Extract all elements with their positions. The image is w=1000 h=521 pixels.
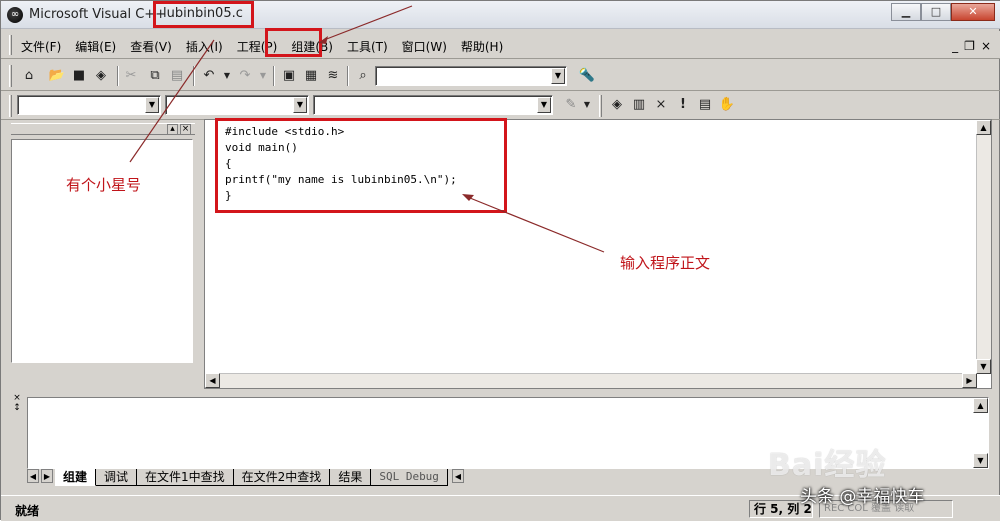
app-icon: ∞ xyxy=(7,7,23,23)
cut-icon[interactable]: ✂ xyxy=(121,66,141,86)
mdi-minimize-button[interactable]: _ xyxy=(952,39,958,53)
members-combo[interactable]: ▼ xyxy=(313,95,553,115)
scroll-down-icon[interactable]: ▼ xyxy=(973,453,988,468)
mdi-close-button[interactable]: × xyxy=(981,39,991,53)
menu-help[interactable]: 帮助(H) xyxy=(459,38,505,55)
paste-icon[interactable]: ▤ xyxy=(167,66,187,86)
baidu-watermark: Bai经验 xyxy=(768,448,887,483)
menu-insert[interactable]: 插入(I) xyxy=(184,38,225,55)
chevron-down-icon[interactable]: ▼ xyxy=(537,97,551,113)
maximize-button[interactable]: □ xyxy=(921,3,951,21)
title-bar[interactable]: ∞ Microsoft Visual C++ lubinbin05.c ▁ □ … xyxy=(1,1,1000,29)
open-icon[interactable]: 📂 xyxy=(47,66,67,86)
chevron-down-icon[interactable]: ▼ xyxy=(551,68,565,84)
tab-find-in-files-2[interactable]: 在文件2中查找 xyxy=(233,469,331,486)
toolbar-separator xyxy=(117,66,119,86)
menu-view[interactable]: 查看(V) xyxy=(128,38,174,55)
toolbar-grip[interactable] xyxy=(599,95,602,117)
save-icon[interactable]: ■ xyxy=(69,66,89,86)
find-in-files-icon[interactable]: ⌕ xyxy=(353,66,373,86)
copy-icon[interactable]: ⧉ xyxy=(145,66,165,86)
find-icon[interactable]: 🔦 xyxy=(577,66,597,86)
scroll-left-icon[interactable]: ◀ xyxy=(205,373,220,388)
window-list-icon[interactable]: ≋ xyxy=(323,66,343,86)
menu-file[interactable]: 文件(F) xyxy=(19,38,63,55)
editor-horizontal-scrollbar[interactable]: ◀ ▶ xyxy=(205,373,977,388)
menu-bar: 文件(F) 编辑(E) 查看(V) 插入(I) 工程(P) 组建(B) 工具(T… xyxy=(1,31,1000,59)
workspace-icon[interactable]: ⌂ xyxy=(19,66,39,86)
editor-vertical-scrollbar[interactable]: ▲ ▼ xyxy=(976,120,991,374)
output-grip[interactable]: × ↕ xyxy=(11,393,23,473)
close-button[interactable]: ✕ xyxy=(951,3,995,21)
menu-edit[interactable]: 编辑(E) xyxy=(73,38,118,55)
menu-grip[interactable] xyxy=(9,35,12,55)
filter-combo[interactable]: ▼ xyxy=(165,95,309,115)
output-tabs: ◀ ▶ 组建 调试 在文件1中查找 在文件2中查找 结果 SQL Debug ◀ xyxy=(27,469,466,487)
chevron-down-icon[interactable]: ▼ xyxy=(145,97,159,113)
title-highlight-box xyxy=(153,1,254,28)
menu-window[interactable]: 窗口(W) xyxy=(400,38,449,55)
tab-results[interactable]: 结果 xyxy=(330,469,372,486)
workspace-toggle-icon[interactable]: ▣ xyxy=(279,66,299,86)
scroll-up-icon[interactable]: ▲ xyxy=(973,398,988,413)
workspace-close-button[interactable]: × xyxy=(180,124,191,135)
compile-icon[interactable]: ◈ xyxy=(607,95,627,115)
toolbar-grip[interactable] xyxy=(9,65,12,87)
build-icon[interactable]: ▥ xyxy=(629,95,649,115)
find-combo[interactable]: ▼ xyxy=(375,66,567,86)
breakpoint-icon[interactable]: ✋ xyxy=(717,95,737,115)
menu-tools[interactable]: 工具(T) xyxy=(345,38,390,55)
toolbar-separator xyxy=(273,66,275,86)
window-controls: ▁ □ ✕ xyxy=(891,3,995,21)
go-icon[interactable]: ▤ xyxy=(695,95,715,115)
build-menu-highlight-box xyxy=(265,28,322,57)
scroll-up-icon[interactable]: ▲ xyxy=(976,120,991,135)
class-combo[interactable]: ▼ xyxy=(17,95,161,115)
code-highlight-box xyxy=(215,118,507,213)
app-title: Microsoft Visual C++ xyxy=(29,7,167,22)
tab-debug[interactable]: 调试 xyxy=(96,469,138,486)
toolbar-separator xyxy=(193,66,195,86)
mdi-controls: _ ❐ × xyxy=(952,39,991,53)
toolbar-separator xyxy=(347,66,349,86)
execute-icon[interactable]: ! xyxy=(673,95,693,115)
undo-icon[interactable]: ↶ xyxy=(199,66,219,86)
asterisk-annotation: 有个小星号 xyxy=(66,176,142,194)
scroll-down-icon[interactable]: ▼ xyxy=(976,359,991,374)
undo-dropdown-icon[interactable]: ▼ xyxy=(217,66,237,86)
workspace-minimize-button[interactable]: ▴ xyxy=(167,124,178,135)
tab-prev-icon[interactable]: ◀ xyxy=(27,469,39,483)
chevron-down-icon[interactable]: ▼ xyxy=(293,97,307,113)
tab-sql-debug[interactable]: SQL Debug xyxy=(371,469,448,486)
tab-scroll-icon[interactable]: ◀ xyxy=(451,469,464,483)
toolbar-grip[interactable] xyxy=(9,95,12,117)
wizard-dropdown-icon[interactable]: ▼ xyxy=(577,95,597,115)
tab-build[interactable]: 组建 xyxy=(55,469,97,486)
credit-watermark: 头条 @幸福快车 xyxy=(800,487,925,507)
standard-toolbar: ⌂ 📂 ■ ◈ ✂ ⧉ ▤ ↶ ▼ ↷ ▼ ▣ ▦ ≋ ⌕ ▼ 🔦 xyxy=(1,61,1000,91)
output-icon[interactable]: ▦ xyxy=(301,66,321,86)
workspace-tree[interactable] xyxy=(11,139,193,363)
workspace-pane: ▴ × xyxy=(11,123,195,363)
tab-find-in-files-1[interactable]: 在文件1中查找 xyxy=(137,469,234,486)
stop-build-icon[interactable]: ⨯ xyxy=(651,95,671,115)
mdi-restore-button[interactable]: ❐ xyxy=(964,39,975,53)
workspace-header[interactable]: ▴ × xyxy=(11,123,195,135)
redo-icon[interactable]: ↷ xyxy=(235,66,255,86)
redo-dropdown-icon[interactable]: ▼ xyxy=(253,66,273,86)
status-ready: 就绪 xyxy=(15,504,40,518)
tab-next-icon[interactable]: ▶ xyxy=(41,469,53,483)
scroll-right-icon[interactable]: ▶ xyxy=(962,373,977,388)
minimize-button[interactable]: ▁ xyxy=(891,3,921,21)
code-annotation: 输入程序正文 xyxy=(620,254,711,272)
wizard-toolbar: ▼ ▼ ▼ ✎ ▼ ◈ ▥ ⨯ ! ▤ ✋ xyxy=(1,92,1000,120)
save-all-icon[interactable]: ◈ xyxy=(91,66,111,86)
